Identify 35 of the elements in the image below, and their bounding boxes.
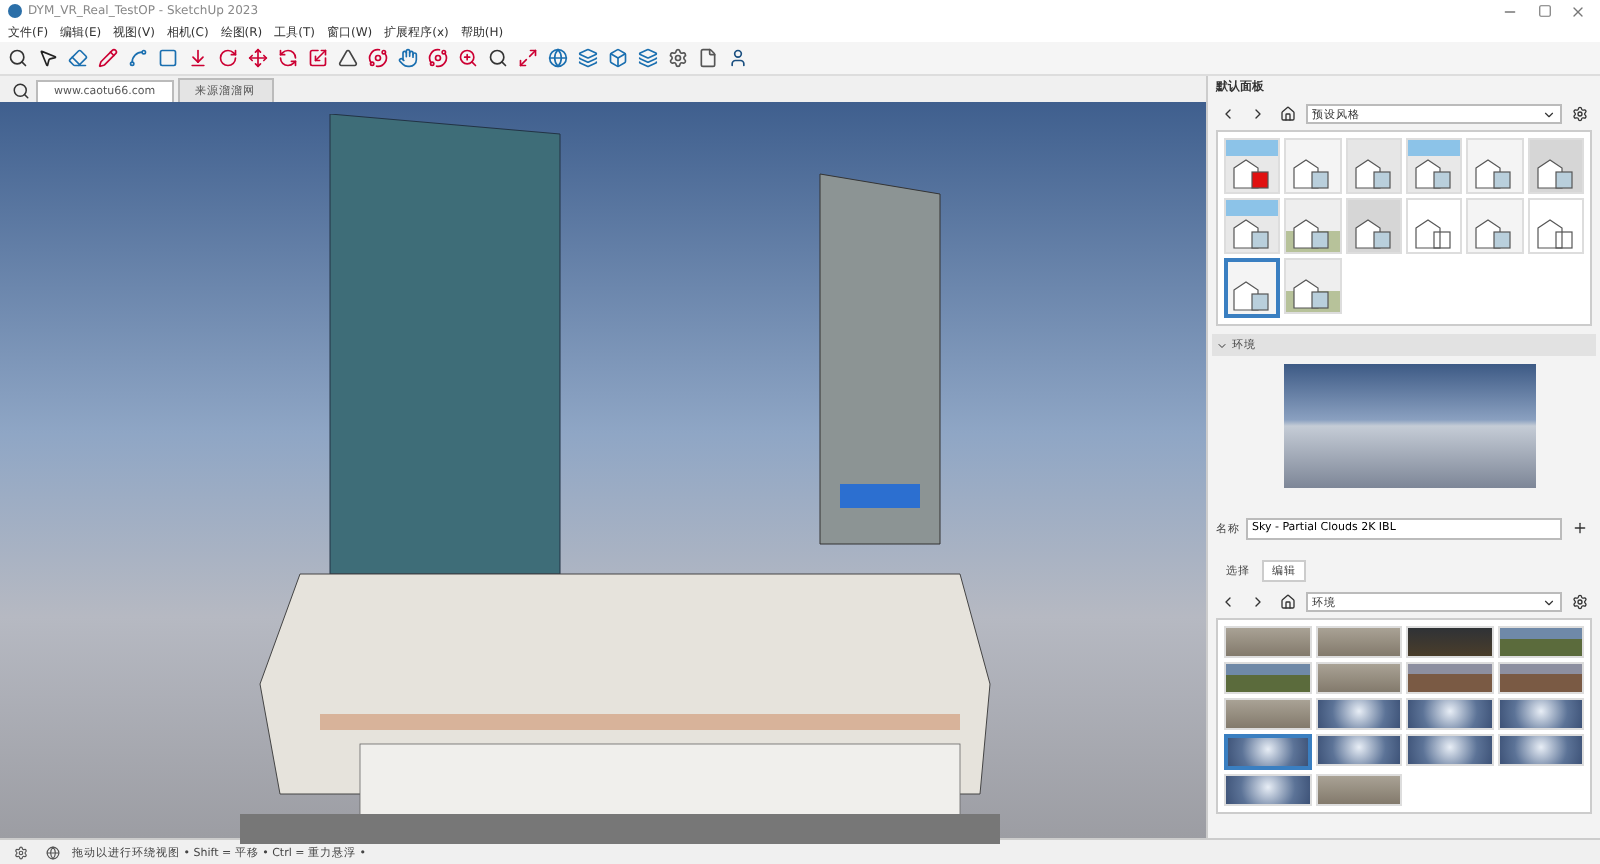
push-pull-icon[interactable] (186, 46, 210, 70)
pointer-icon[interactable] (36, 46, 60, 70)
search-icon[interactable] (486, 46, 510, 70)
orbit-icon[interactable] (366, 46, 390, 70)
caret-icon (1542, 595, 1556, 609)
box-icon[interactable] (606, 46, 630, 70)
home-icon[interactable] (1276, 102, 1300, 126)
triangle-icon[interactable] (336, 46, 360, 70)
arc-icon[interactable] (126, 46, 150, 70)
scale-icon[interactable] (306, 46, 330, 70)
layers-icon[interactable] (636, 46, 660, 70)
zoom-icon[interactable] (456, 46, 480, 70)
orbit-icon[interactable] (426, 46, 450, 70)
document-icon[interactable] (696, 46, 720, 70)
layers-icon[interactable] (576, 46, 600, 70)
settings-icon[interactable] (666, 46, 690, 70)
pencil-icon[interactable] (96, 46, 120, 70)
rectangle-icon[interactable] (156, 46, 180, 70)
user-icon[interactable] (726, 46, 750, 70)
home-icon[interactable] (1276, 590, 1300, 614)
3d-viewport[interactable] (0, 102, 1206, 838)
maximize-icon[interactable] (1537, 4, 1551, 18)
hand-icon[interactable] (396, 46, 420, 70)
eraser-icon[interactable] (66, 46, 90, 70)
close-icon[interactable] (1570, 3, 1586, 19)
style-thumbnail[interactable] (1224, 258, 1281, 318)
app-logo-icon (8, 4, 22, 18)
search-icon[interactable] (8, 78, 32, 102)
globe-icon[interactable] (546, 46, 570, 70)
search-icon[interactable] (6, 46, 30, 70)
caret-icon (1542, 107, 1556, 121)
move-icon[interactable] (246, 46, 270, 70)
environment-thumbnail[interactable] (1224, 734, 1311, 770)
rotate-icon[interactable] (276, 46, 300, 70)
extents-icon[interactable] (516, 46, 540, 70)
